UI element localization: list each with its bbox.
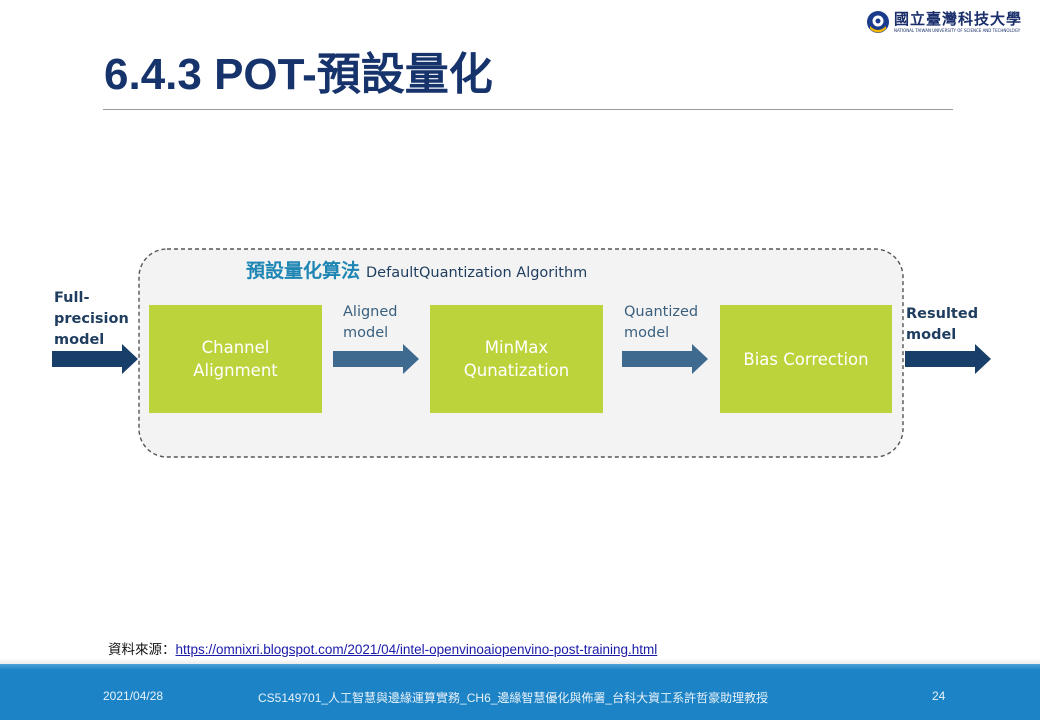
algorithm-title: 預設量化算法 DefaultQuantization Algorithm <box>246 256 587 283</box>
step-bias-correction: Bias Correction <box>720 305 892 413</box>
output-arrow <box>905 344 991 374</box>
step-channel-alignment: Channel Alignment <box>149 305 322 413</box>
aligned-label-line: Aligned <box>343 304 398 320</box>
step-label-line: Bias Correction <box>743 349 869 369</box>
algorithm-title-cn: 預設量化算法 <box>246 260 361 282</box>
input-label: Full- precision model <box>54 288 129 351</box>
input-label-line: precision <box>54 311 129 327</box>
step-label-line: Channel <box>201 338 270 357</box>
source-link[interactable]: https://omnixri.blogspot.com/2021/04/int… <box>176 642 658 657</box>
aligned-model-label: Aligned model <box>343 302 398 344</box>
source-prefix: 資料來源： <box>108 642 176 657</box>
output-label-line: model <box>906 327 957 343</box>
source-citation: 資料來源：https://omnixri.blogspot.com/2021/0… <box>108 638 657 658</box>
quantized-label-line: model <box>624 325 670 341</box>
input-label-line: Full- <box>54 290 90 306</box>
quantized-label-line: Quantized <box>624 304 699 320</box>
aligned-label-line: model <box>343 325 389 341</box>
algorithm-title-en: DefaultQuantization Algorithm <box>366 265 588 281</box>
footer-page-number: 24 <box>932 689 946 703</box>
step-label-line: Alignment <box>193 361 278 380</box>
step-label-line: Qunatization <box>463 361 570 380</box>
footer-date: 2021/04/28 <box>103 689 164 703</box>
step-label-line: MinMax <box>484 338 549 357</box>
output-label-line: Resulted <box>906 306 979 322</box>
step-minmax-quantization: MinMax Qunatization <box>430 305 603 413</box>
footer-course: CS5149701_人工智慧與邊緣運算實務_CH6_邊緣智慧優化與佈署_台科大資… <box>258 691 769 705</box>
quantized-model-label: Quantized model <box>624 302 698 344</box>
input-label-line: model <box>54 332 105 348</box>
output-label: Resulted model <box>906 304 978 346</box>
